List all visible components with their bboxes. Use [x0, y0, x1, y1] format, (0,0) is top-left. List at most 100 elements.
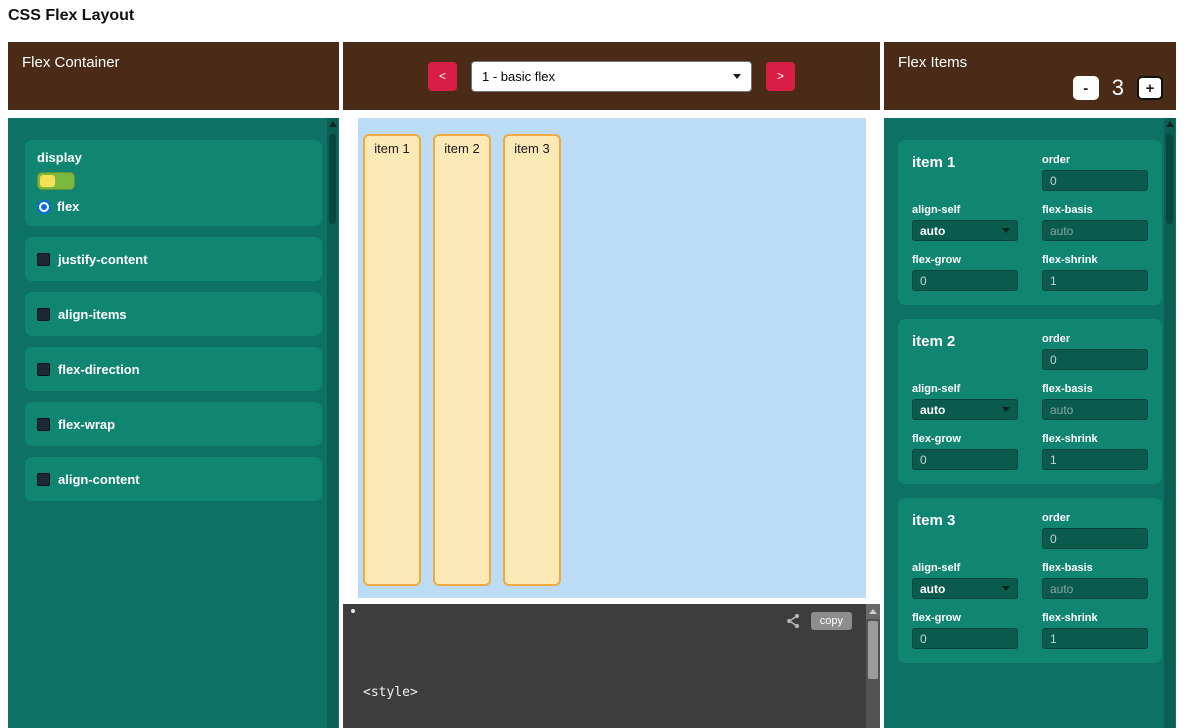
flex-basis-label: flex-basis: [1042, 383, 1148, 395]
flex-basis-input[interactable]: [1042, 399, 1148, 420]
dot: [351, 609, 355, 613]
item-card-title: item 1: [912, 154, 1018, 171]
flex-container-title: Flex Container: [22, 54, 120, 71]
flex-shrink-input[interactable]: [1042, 449, 1148, 470]
order-input[interactable]: [1042, 349, 1148, 370]
flex-direction-label: flex-direction: [58, 362, 140, 377]
item-count: 3: [1112, 75, 1124, 101]
flex-grow-label: flex-grow: [912, 254, 1018, 266]
flex-grow-input[interactable]: [912, 449, 1018, 470]
align-content-label: align-content: [58, 472, 140, 487]
order-input[interactable]: [1042, 170, 1148, 191]
flex-grow-input[interactable]: [912, 270, 1018, 291]
align-self-label: align-self: [912, 562, 1018, 574]
scrollbar-thumb[interactable]: [1166, 134, 1173, 224]
align-self-select[interactable]: auto: [912, 220, 1018, 241]
align-self-select[interactable]: auto: [912, 399, 1018, 420]
item-card-title: item 3: [912, 512, 1018, 529]
flex-basis-label: flex-basis: [1042, 204, 1148, 216]
code-panel: copy <style> .flex-container { display: …: [343, 604, 880, 728]
item-card: item 3 order align-self auto flex-basis …: [898, 498, 1162, 663]
example-select[interactable]: 1 - basic flex: [471, 61, 752, 92]
order-label: order: [1042, 512, 1148, 524]
flex-wrap-checkbox[interactable]: [37, 418, 50, 431]
item-card: item 1 order align-self auto flex-basis …: [898, 140, 1162, 305]
scroll-up-icon: [869, 609, 877, 614]
order-field: order: [1042, 154, 1148, 191]
scrollbar-thumb[interactable]: [868, 621, 878, 679]
item-count-controls: - 3 +: [1073, 75, 1163, 101]
code-block: <style> .flex-container { display: flex;: [363, 645, 512, 728]
flex-radio[interactable]: [37, 200, 51, 214]
app: CSS Flex Layout Flex Container display f…: [0, 0, 1199, 728]
display-label: display: [37, 150, 310, 165]
order-field: order: [1042, 512, 1148, 549]
flex-items-title: Flex Items: [898, 54, 967, 71]
flex-basis-field: flex-basis: [1042, 204, 1148, 241]
flex-container-panel-header: Flex Container: [8, 42, 339, 110]
align-self-field: align-self auto: [912, 204, 1018, 241]
align-self-label: align-self: [912, 383, 1018, 395]
radio-dot-icon: [41, 204, 47, 210]
display-toggle[interactable]: [37, 172, 75, 190]
items-panel-scrollbar[interactable]: [1164, 118, 1175, 728]
flex-item: item 3: [503, 134, 561, 586]
section-align-items: align-items: [25, 292, 322, 336]
align-content-checkbox[interactable]: [37, 473, 50, 486]
flex-item: item 1: [363, 134, 421, 586]
chevron-down-icon: [733, 74, 741, 79]
flex-shrink-input[interactable]: [1042, 270, 1148, 291]
flex-grow-field: flex-grow: [912, 612, 1018, 649]
chevron-down-icon: [1002, 586, 1010, 591]
prev-example-button[interactable]: <: [428, 62, 457, 91]
align-self-select-value: auto: [920, 582, 945, 596]
flex-grow-field: flex-grow: [912, 254, 1018, 291]
chevron-down-icon: [1002, 228, 1010, 233]
remove-item-button[interactable]: -: [1073, 76, 1099, 100]
flex-radio-label: flex: [57, 199, 79, 214]
share-icon[interactable]: [785, 613, 801, 629]
code-scrollbar[interactable]: [866, 604, 880, 728]
align-items-checkbox[interactable]: [37, 308, 50, 321]
code-toolbar: copy: [785, 612, 852, 630]
flex-direction-checkbox[interactable]: [37, 363, 50, 376]
chevron-down-icon: [1002, 407, 1010, 412]
flex-shrink-field: flex-shrink: [1042, 612, 1148, 649]
item-card-title: item 2: [912, 333, 1018, 350]
align-self-select-value: auto: [920, 224, 945, 238]
flex-basis-input[interactable]: [1042, 578, 1148, 599]
display-section: display flex: [25, 140, 322, 226]
next-example-button[interactable]: >: [766, 62, 795, 91]
flex-basis-input[interactable]: [1042, 220, 1148, 241]
section-justify-content: justify-content: [25, 237, 322, 281]
add-item-button[interactable]: +: [1137, 76, 1163, 100]
flex-radio-row: flex: [37, 199, 310, 214]
flex-container-panel: display flex justify-content align-items…: [8, 118, 339, 728]
flex-grow-label: flex-grow: [912, 433, 1018, 445]
flex-basis-field: flex-basis: [1042, 383, 1148, 420]
toggle-knob-icon: [40, 175, 55, 187]
align-self-label: align-self: [912, 204, 1018, 216]
flex-items-panel-header: Flex Items - 3 +: [884, 42, 1176, 110]
container-panel-scrollbar[interactable]: [327, 118, 338, 728]
flex-grow-input[interactable]: [912, 628, 1018, 649]
example-select-value: 1 - basic flex: [482, 69, 555, 84]
section-flex-direction: flex-direction: [25, 347, 322, 391]
flex-basis-field: flex-basis: [1042, 562, 1148, 599]
flex-shrink-input[interactable]: [1042, 628, 1148, 649]
align-items-label: align-items: [58, 307, 127, 322]
section-flex-wrap: flex-wrap: [25, 402, 322, 446]
flex-shrink-label: flex-shrink: [1042, 433, 1148, 445]
scroll-up-icon: [329, 121, 337, 127]
preview-header: < 1 - basic flex >: [343, 42, 880, 110]
scroll-up-button[interactable]: [866, 604, 880, 619]
order-label: order: [1042, 154, 1148, 166]
scroll-up-icon: [1166, 121, 1174, 127]
order-input[interactable]: [1042, 528, 1148, 549]
flex-preview-container: item 1 item 2 item 3: [358, 118, 866, 598]
align-self-select[interactable]: auto: [912, 578, 1018, 599]
copy-button[interactable]: copy: [811, 612, 852, 630]
justify-content-checkbox[interactable]: [37, 253, 50, 266]
justify-content-label: justify-content: [58, 252, 148, 267]
scrollbar-thumb[interactable]: [329, 134, 336, 224]
